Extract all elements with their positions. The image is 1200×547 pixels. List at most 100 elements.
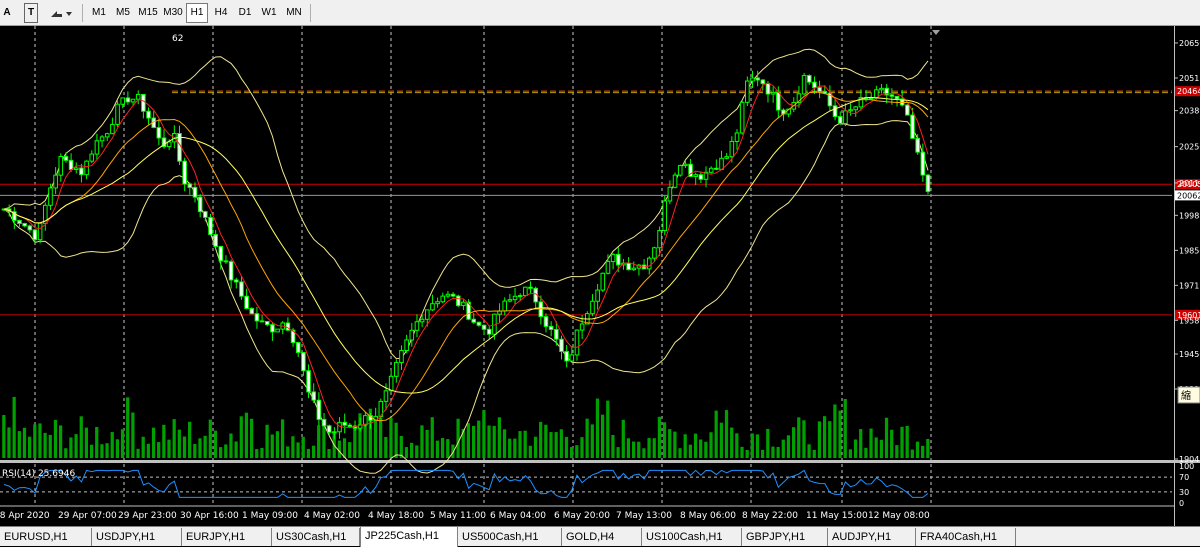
volume-bar	[89, 444, 94, 458]
timeframe-m5-button[interactable]: M5	[112, 3, 134, 23]
candle-body	[610, 253, 616, 263]
volume-bar	[43, 432, 47, 458]
arrow-tool-button[interactable]	[48, 3, 74, 23]
time-axis-label: 1 May 09:00	[242, 511, 298, 521]
price-axis-label: 20515	[1179, 74, 1200, 83]
tab-eurusd[interactable]: EURUSD,H1	[0, 528, 92, 546]
candle-body	[528, 286, 533, 289]
candle-body	[141, 93, 146, 112]
volume-bar	[585, 418, 589, 458]
tab-us30cash[interactable]: US30Cash,H1	[272, 528, 360, 546]
volume-bar	[384, 437, 388, 458]
volume-bar	[74, 434, 78, 458]
tab-jp225cash[interactable]: JP225Cash,H1	[360, 526, 458, 547]
volume-bar	[280, 419, 285, 458]
timeframe-m15-button[interactable]: M15	[136, 3, 160, 23]
tab-us500cash[interactable]: US500Cash,H1	[458, 528, 562, 546]
rsi-scale-label: 30	[1179, 488, 1189, 497]
timeframe-h1-button[interactable]: H1	[186, 3, 208, 23]
candle-body	[770, 91, 776, 95]
candle-body	[677, 165, 683, 176]
volume-bar	[317, 425, 321, 458]
candle-body	[435, 301, 440, 305]
volume-bar	[544, 424, 548, 458]
tab-usdjpy[interactable]: USDJPY,H1	[92, 528, 182, 546]
volume-bar	[761, 449, 765, 458]
ma-fast-line	[3, 82, 929, 429]
volume-bar	[595, 398, 600, 458]
volume-bar	[28, 436, 32, 458]
price-chart[interactable]: 20464201052006219601 10070300 2065020515…	[0, 26, 1200, 526]
volume-bar	[900, 426, 904, 458]
timeframe-d1-button[interactable]: D1	[234, 3, 256, 23]
tab-gold[interactable]: GOLD,H4	[562, 528, 642, 546]
candle-body	[79, 167, 84, 176]
candle-body	[58, 156, 64, 176]
price-axis-label: 19850	[1179, 246, 1200, 255]
candle-body	[719, 157, 724, 170]
candle-body	[481, 324, 487, 330]
candle-body	[146, 110, 151, 119]
tab-fra40cash[interactable]: FRA40Cash,H1	[916, 528, 1016, 546]
timeframe-h4-button[interactable]: H4	[210, 3, 232, 23]
price-level-tag-text: 20062	[1177, 191, 1200, 200]
symbol-tab-bar: EURUSD,H1 USDJPY,H1 EURJPY,H1 US30Cash,H…	[0, 526, 1200, 547]
text-label-tool-button[interactable]: T	[24, 3, 38, 23]
panel-divider[interactable]	[0, 460, 1200, 463]
volume-bar	[843, 398, 847, 458]
shift-marker-icon[interactable]	[932, 30, 940, 35]
candle-body	[605, 261, 611, 274]
candle-body	[559, 338, 564, 352]
volume-bar	[781, 439, 785, 458]
candle-body	[920, 151, 926, 176]
candle-body	[652, 247, 657, 259]
volume-bar	[771, 446, 775, 458]
timeframe-w1-button[interactable]: W1	[258, 3, 280, 23]
volume-bar	[188, 421, 192, 458]
toolbar-separator	[310, 4, 311, 22]
volume-bar	[420, 425, 424, 458]
ma-mid-line	[3, 91, 929, 422]
volume-bar	[105, 443, 109, 458]
candle-body	[37, 222, 43, 241]
candle-body	[440, 295, 446, 303]
candle-body	[476, 321, 482, 326]
text-tool-button[interactable]: A	[0, 3, 14, 23]
candle-body	[388, 375, 394, 392]
candle-body	[683, 163, 688, 167]
candle-body	[270, 324, 275, 333]
volume-bar	[513, 438, 517, 458]
candle-body	[430, 303, 435, 311]
tab-us100cash[interactable]: US100Cash,H1	[642, 528, 742, 546]
timeframe-mn-button[interactable]: MN	[282, 3, 306, 23]
volume-bar	[311, 445, 316, 458]
candle-body	[905, 104, 910, 116]
volume-bar	[456, 418, 460, 458]
tab-gbpjpy[interactable]: GBPJPY,H1	[742, 528, 828, 546]
bollinger-lower	[3, 120, 929, 474]
volume-bar	[611, 434, 615, 458]
candle-body	[130, 98, 136, 103]
candle-body	[517, 295, 523, 298]
volume-bar	[570, 447, 574, 458]
volume-bar	[167, 439, 171, 458]
volume-bar	[162, 424, 166, 458]
candle-body	[135, 93, 141, 100]
volume-bar	[817, 421, 822, 458]
timeframe-m30-button[interactable]: M30	[161, 3, 185, 23]
candle-body	[17, 219, 22, 225]
volume-bar	[497, 417, 501, 458]
tab-audjpy[interactable]: AUDJPY,H1	[828, 528, 916, 546]
time-axis-label: 8 May 06:00	[680, 511, 736, 521]
candle-body	[564, 350, 569, 362]
candle-body	[543, 316, 549, 327]
candle-body	[662, 200, 668, 231]
candle-body	[739, 101, 745, 134]
timeframe-m1-button[interactable]: M1	[88, 3, 110, 23]
volume-bar	[446, 439, 450, 458]
volume-bar	[482, 410, 486, 458]
candle-body	[853, 106, 859, 111]
tab-eurjpy[interactable]: EURJPY,H1	[182, 528, 272, 546]
volume-bar	[853, 439, 858, 458]
time-axis-label: 29 Apr 07:00	[58, 511, 117, 521]
